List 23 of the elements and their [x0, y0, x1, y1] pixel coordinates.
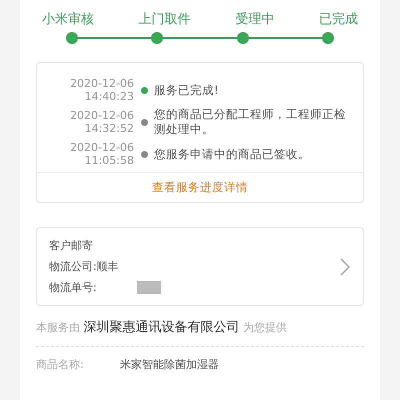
entry-time: 11:05:58 [84, 154, 134, 166]
tracking-number-label: 物流单号: [49, 280, 97, 295]
courier-value: 顺丰 [96, 259, 119, 274]
step-label: 受理中 [235, 11, 274, 28]
step-label: 上门取件 [138, 11, 191, 28]
entry-date: 2020-12-06 [69, 109, 134, 122]
product-name-value: 米家智能除菌加湿器 [120, 357, 219, 372]
entry-time: 14:32:52 [84, 122, 134, 135]
product-name-label: 商品名称: [36, 357, 85, 372]
entry-text: 服务已完成! [154, 82, 220, 98]
entry-time: 14:40:23 [84, 90, 134, 103]
entry-text: 您服务申请中的商品已签收。 [154, 146, 311, 162]
shipping-title: 客户邮寄 [49, 238, 94, 253]
entry-date: 2020-12-06 [69, 141, 134, 154]
entry-text: 您的商品已分配工程师，工程师正检测处理中。 [154, 107, 347, 137]
provider-text: 本服务由 深圳聚惠通讯设备有限公司 为您提供 [36, 321, 287, 334]
redaction-block [136, 281, 161, 294]
entry-date: 2020-12-06 [69, 77, 134, 90]
chevron-right-icon[interactable] [339, 256, 351, 276]
step-label: 已完成 [318, 11, 358, 28]
courier-label: 物流公司: [49, 259, 97, 274]
progress-details-link[interactable]: 查看服务进度详情 [37, 172, 363, 202]
step-label: 小米审核 [42, 11, 94, 28]
